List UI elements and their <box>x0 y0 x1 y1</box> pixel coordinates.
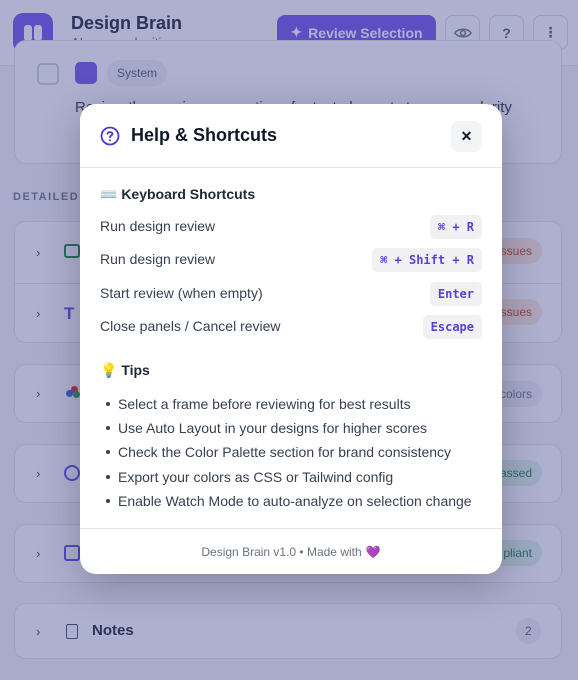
shortcut-keys: Escape <box>422 315 482 339</box>
help-shortcuts-dialog: Help & Shortcuts ✕ ⌨️ Keyboard Shortcuts… <box>80 104 502 574</box>
dialog-title: Help & Shortcuts <box>131 125 278 145</box>
tip-item: Select a frame before reviewing for best… <box>100 392 482 416</box>
shortcut-row: Start review (when empty) Enter <box>100 282 482 306</box>
shortcut-label: Run design review <box>100 251 216 267</box>
shortcuts-section-title: ⌨️ Keyboard Shortcuts <box>100 186 256 202</box>
shortcut-row: Run design review ⌘ + R <box>100 215 482 239</box>
heart-icon: 💜 <box>365 544 381 559</box>
shortcut-keys: ⌘ + R <box>429 215 482 239</box>
shortcut-label: Close panels / Cancel review <box>100 318 281 334</box>
tip-item: Use Auto Layout in your designs for high… <box>100 416 482 440</box>
tips-section-title: 💡 Tips <box>100 362 150 378</box>
dialog-footer: Design Brain v1.0 • Made with 💜 <box>80 528 502 574</box>
tip-item: Export your colors as CSS or Tailwind co… <box>100 465 482 489</box>
dialog-header: Help & Shortcuts ✕ <box>80 104 502 168</box>
close-icon: ✕ <box>460 128 473 144</box>
tips-list: Select a frame before reviewing for best… <box>100 392 482 513</box>
help-circle-icon <box>100 126 120 146</box>
shortcut-row: Close panels / Cancel review Escape <box>100 315 482 339</box>
shortcut-keys: ⌘ + Shift + R <box>372 248 482 272</box>
shortcut-row: Run design review ⌘ + Shift + R <box>100 248 482 272</box>
shortcut-label: Start review (when empty) <box>100 285 263 301</box>
tip-item: Check the Color Palette section for bran… <box>100 440 482 464</box>
shortcut-label: Run design review <box>100 218 216 234</box>
close-dialog-button[interactable]: ✕ <box>451 121 482 152</box>
footer-text: Design Brain v1.0 • Made with <box>201 544 362 559</box>
tip-item: Enable Watch Mode to auto-analyze on sel… <box>100 489 482 513</box>
shortcut-keys: Enter <box>429 282 482 306</box>
